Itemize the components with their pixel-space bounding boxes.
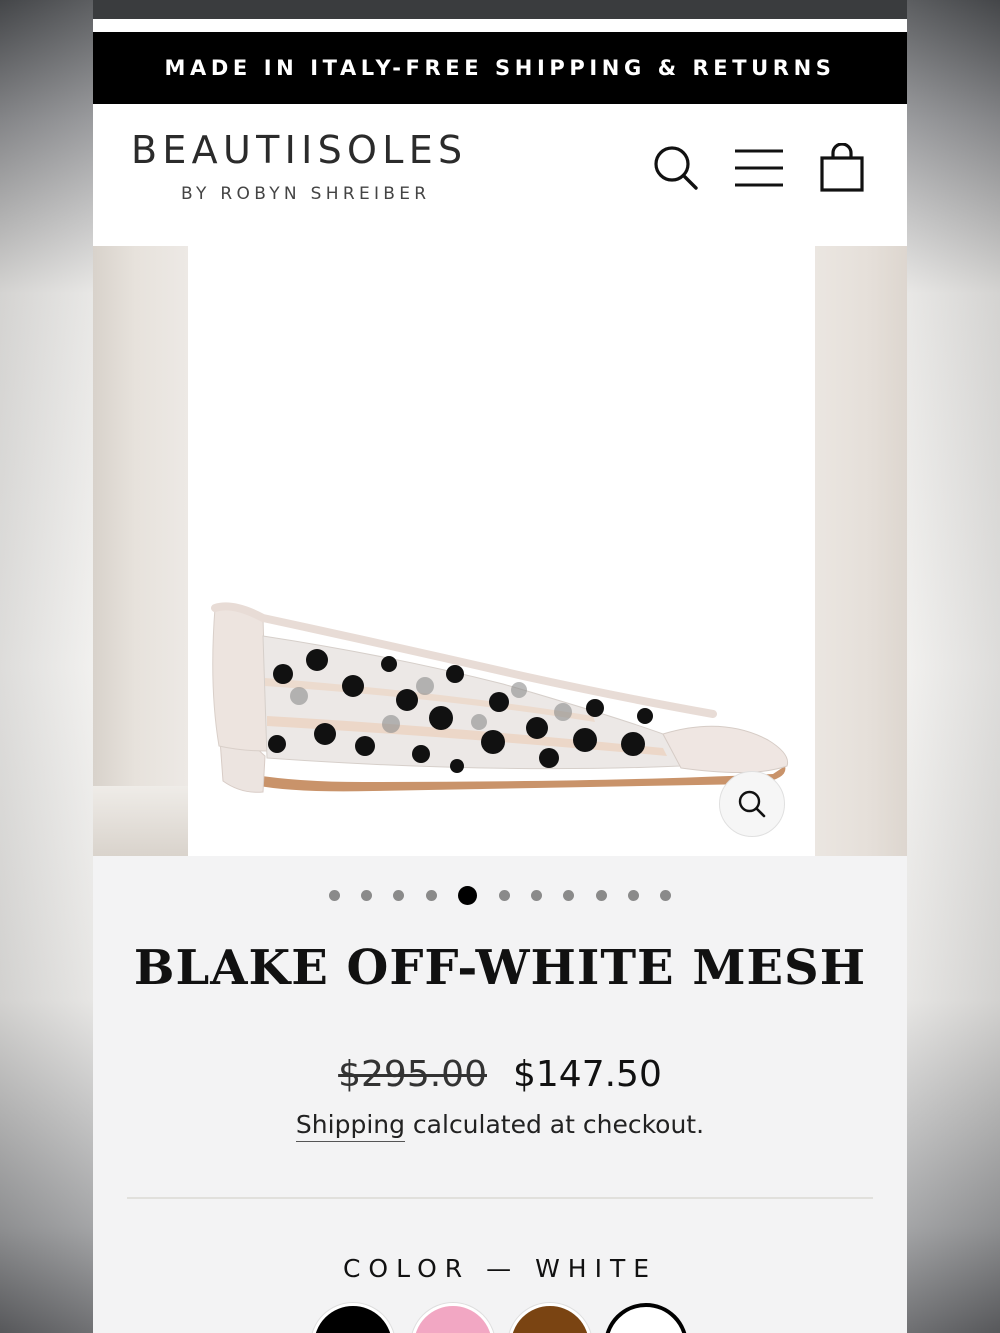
site-header: BEAUTIISOLES BY ROBYN SHREIBER bbox=[93, 104, 907, 246]
gallery-dot[interactable] bbox=[361, 889, 372, 901]
color-label-text: COLOR bbox=[342, 1254, 471, 1283]
next-image-peek[interactable] bbox=[815, 246, 907, 856]
product-image[interactable] bbox=[193, 246, 807, 856]
product-title: BLAKE OFF-WHITE MESH bbox=[133, 940, 867, 996]
gallery-dot[interactable] bbox=[458, 885, 478, 905]
shoe-illustration bbox=[211, 602, 789, 793]
gallery-dot[interactable] bbox=[328, 889, 340, 901]
color-separator: — bbox=[486, 1254, 520, 1283]
cart-button[interactable] bbox=[814, 140, 870, 196]
brand-logo[interactable]: BEAUTIISOLES BY ROBYN SHREIBER bbox=[131, 128, 531, 208]
top-gap bbox=[93, 19, 907, 32]
gallery-dot[interactable] bbox=[530, 889, 542, 901]
swatch-white[interactable] bbox=[604, 1303, 688, 1333]
menu-icon bbox=[735, 149, 783, 187]
shipping-note: Shipping calculated at checkout. bbox=[93, 1110, 907, 1142]
status-strip bbox=[93, 0, 907, 19]
sale-price: $147.50 bbox=[513, 1054, 662, 1095]
brand-tagline: BY ROBYN SHREIBER bbox=[181, 184, 431, 204]
selected-color: WHITE bbox=[535, 1254, 658, 1283]
swatch-brown[interactable] bbox=[508, 1303, 592, 1333]
shipping-link[interactable]: Shipping bbox=[295, 1110, 405, 1142]
brand-name: BEAUTIISOLES bbox=[131, 128, 468, 172]
gallery-dot[interactable] bbox=[660, 889, 672, 901]
gallery-dot[interactable] bbox=[563, 889, 575, 901]
zoom-button[interactable] bbox=[719, 771, 785, 837]
price-block: $295.00 $147.50 bbox=[93, 1054, 907, 1095]
backdrop-left bbox=[0, 0, 93, 1333]
gallery-dot[interactable] bbox=[498, 889, 510, 901]
announcement-bar: MADE IN ITALY-FREE SHIPPING & RETURNS bbox=[93, 32, 907, 104]
announcement-text: MADE IN ITALY-FREE SHIPPING & RETURNS bbox=[164, 56, 836, 80]
menu-button[interactable] bbox=[731, 140, 787, 196]
search-icon bbox=[654, 146, 698, 190]
shipping-note-text: calculated at checkout. bbox=[404, 1110, 705, 1139]
gallery-dot[interactable] bbox=[595, 889, 607, 901]
original-price: $295.00 bbox=[338, 1054, 487, 1095]
backdrop-right bbox=[907, 0, 1000, 1333]
previous-image-peek[interactable] bbox=[93, 246, 188, 856]
swatch-black[interactable] bbox=[311, 1303, 395, 1333]
color-label: COLOR — WHITE bbox=[93, 1254, 907, 1283]
zoom-icon bbox=[738, 790, 766, 818]
gallery-dot[interactable] bbox=[393, 889, 405, 901]
search-button[interactable] bbox=[648, 140, 704, 196]
divider bbox=[127, 1197, 873, 1199]
gallery-dot[interactable] bbox=[425, 889, 437, 901]
product-page: MADE IN ITALY-FREE SHIPPING & RETURNS BE… bbox=[93, 0, 907, 1333]
cart-icon bbox=[820, 143, 864, 192]
gallery-dot[interactable] bbox=[628, 889, 639, 901]
swatch-pink[interactable] bbox=[411, 1303, 495, 1333]
product-gallery[interactable] bbox=[93, 246, 907, 856]
gallery-pagination bbox=[93, 884, 907, 906]
